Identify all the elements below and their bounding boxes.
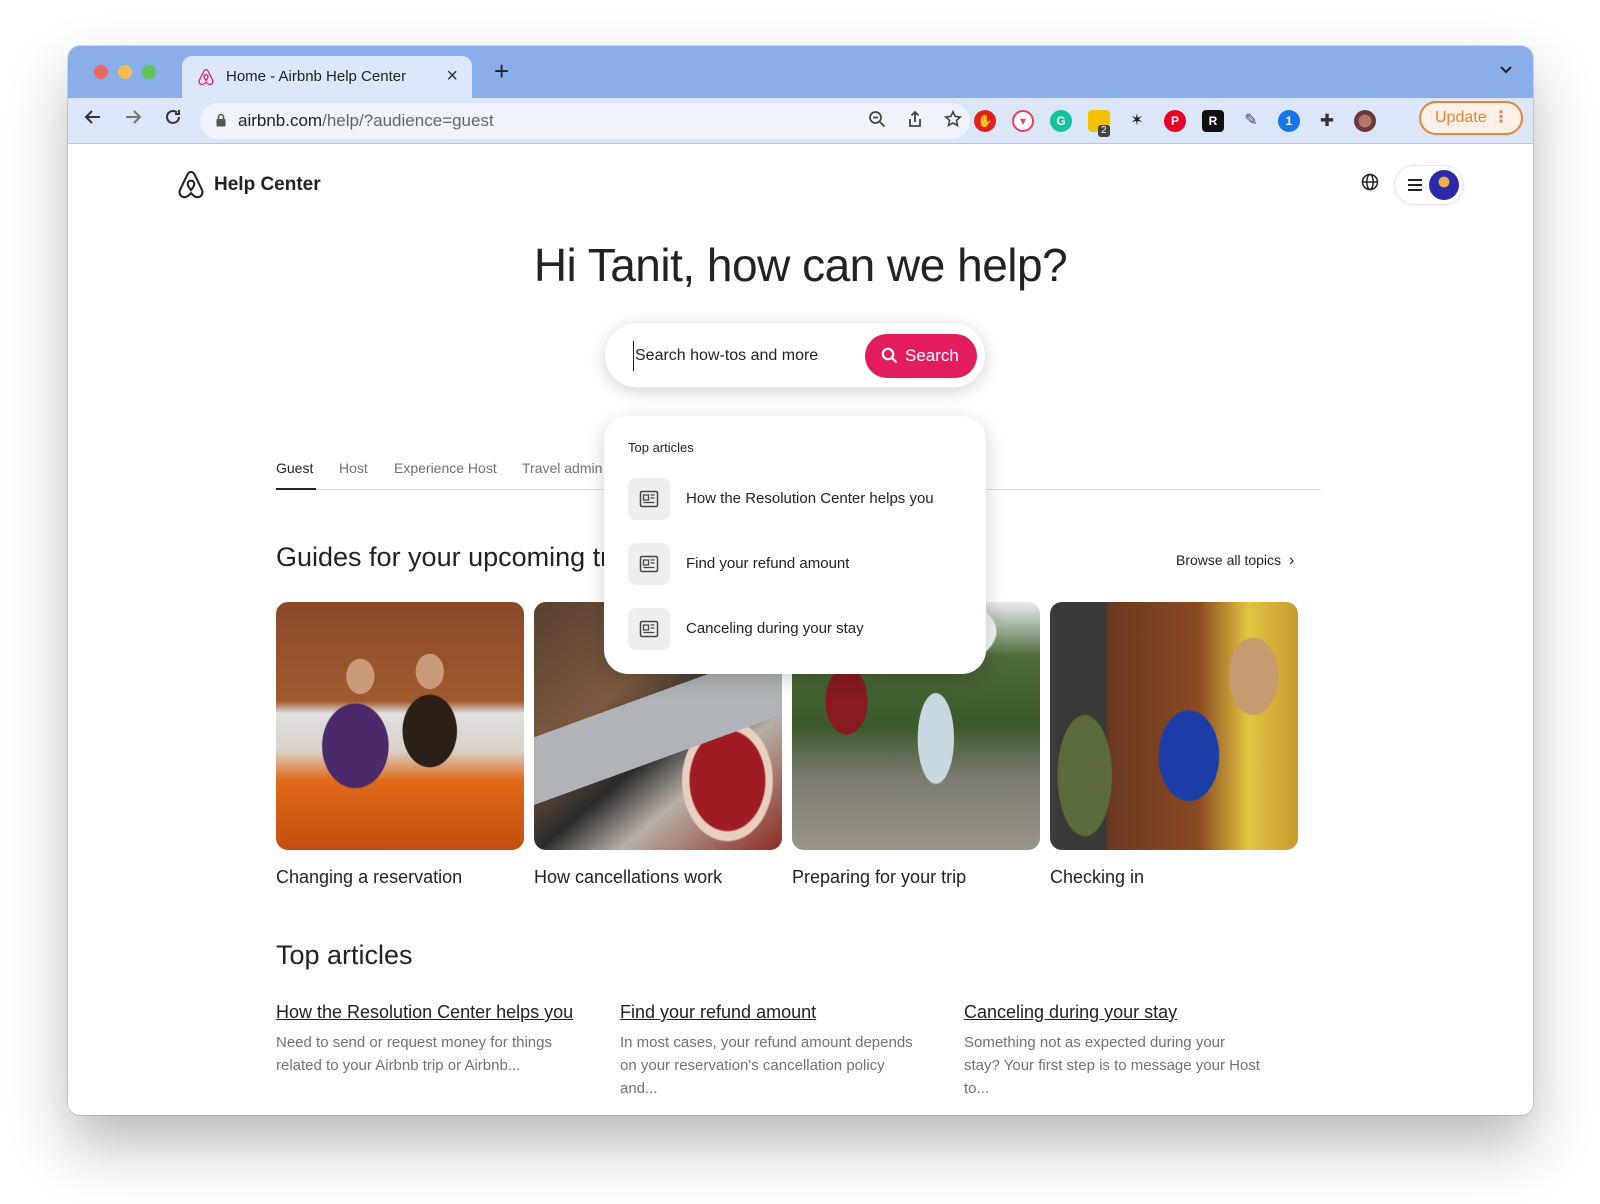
suggestion-item[interactable]: Find your refund amount (628, 543, 968, 587)
search-button[interactable]: Search (865, 334, 977, 378)
suggestion-item[interactable]: Canceling during your stay (628, 608, 968, 652)
eyedropper-extension-icon[interactable]: ✎ (1240, 110, 1262, 132)
page-content: Help Center Hi Tanit, how can we help? S… (68, 144, 1533, 1115)
guides-heading: Guides for your upcoming trip (276, 542, 631, 572)
guide-card-image (276, 602, 524, 850)
back-arrow-icon[interactable] (80, 107, 106, 133)
article-item: Find your refund amount In most cases, y… (620, 1002, 920, 1100)
guide-card-label: Checking in (1050, 867, 1145, 887)
suggestion-text: How the Resolution Center helps you (686, 490, 934, 507)
reload-icon[interactable] (160, 107, 186, 133)
chevron-right-icon: › (1289, 552, 1295, 569)
airbnb-logo-icon (178, 170, 204, 199)
kebab-menu-icon[interactable]: ⋮ (1493, 103, 1509, 133)
brand-title: Help Center (214, 174, 321, 195)
forward-arrow-icon[interactable] (120, 107, 146, 133)
grammarly-extension-icon[interactable]: G (1050, 110, 1072, 132)
star-icon[interactable] (942, 109, 964, 132)
update-button[interactable]: Update ⋮ (1419, 101, 1523, 135)
article-link[interactable]: Canceling during your stay (964, 1002, 1264, 1023)
share-icon[interactable] (904, 110, 926, 132)
minimize-window-button[interactable] (118, 65, 132, 79)
article-link[interactable]: Find your refund amount (620, 1002, 920, 1023)
suggestion-text: Canceling during your stay (686, 620, 864, 637)
tab-guest[interactable]: Guest (276, 460, 313, 476)
adblock-extension-icon[interactable]: ✋ (974, 110, 996, 132)
avatar (1429, 170, 1459, 200)
profile-avatar-icon[interactable] (1354, 110, 1376, 132)
pocket-extension-icon[interactable]: ▾ (1012, 110, 1034, 132)
address-bar[interactable]: airbnb.com/help/?audience=guest (200, 103, 970, 139)
menu-icon (1407, 176, 1423, 197)
update-label: Update (1435, 109, 1487, 126)
close-tab-icon[interactable]: × (446, 65, 458, 88)
document-icon (628, 543, 670, 585)
page-title: Hi Tanit, how can we help? (533, 239, 1068, 291)
zoom-icon[interactable] (866, 110, 888, 132)
url-path: /help/?audience=guest (322, 111, 494, 130)
article-description: Something not as expected during your st… (964, 1034, 1260, 1097)
tab-host[interactable]: Host (339, 460, 368, 476)
extension-badge: 2 (1098, 125, 1110, 137)
search-input[interactable] (633, 341, 858, 371)
guide-card-image (1050, 602, 1298, 850)
document-icon (628, 608, 670, 650)
browser-window: Home - Airbnb Help Center × + airbnb.com… (68, 46, 1533, 1115)
pinterest-extension-icon[interactable]: P (1164, 110, 1186, 132)
sparkle-extension-icon[interactable]: ✶ (1126, 110, 1148, 132)
search-button-label: Search (905, 346, 959, 365)
guide-card-label: How cancellations work (534, 867, 723, 887)
article-item: How the Resolution Center helps you Need… (276, 1002, 576, 1077)
browser-toolbar: airbnb.com/help/?audience=guest ✋ ▾ G 2 … (68, 98, 1533, 144)
article-description: Need to send or request money for things… (276, 1034, 552, 1074)
password-extension-icon[interactable]: 1 (1278, 110, 1300, 132)
tab-travel-admin[interactable]: Travel admin (522, 460, 602, 476)
r-extension-icon[interactable]: R (1202, 110, 1224, 132)
active-tab-indicator (276, 488, 316, 490)
close-window-button[interactable] (94, 65, 108, 79)
suggestion-text: Find your refund amount (686, 555, 850, 572)
tab-experience-host[interactable]: Experience Host (394, 460, 497, 476)
chevron-down-icon[interactable] (1499, 62, 1513, 78)
lock-icon (216, 113, 226, 127)
user-menu-button[interactable] (1394, 165, 1464, 205)
new-tab-button[interactable]: + (494, 58, 509, 84)
maximize-window-button[interactable] (142, 65, 156, 79)
guide-card-changing-reservation[interactable]: Changing a reservation (276, 602, 524, 888)
guide-card-label: Changing a reservation (276, 867, 463, 887)
airbnb-logo-icon (198, 68, 214, 86)
dropdown-heading: Top articles (628, 440, 694, 455)
search-suggestions-dropdown: Top articles How the Resolution Center h… (604, 416, 986, 674)
article-item: Canceling during your stay Something not… (964, 1002, 1264, 1100)
search-box: Search (604, 322, 986, 388)
url-text: airbnb.com/help/?audience=guest (238, 111, 494, 131)
top-articles-heading: Top articles (276, 940, 413, 970)
document-icon (628, 478, 670, 520)
puzzle-extensions-icon[interactable]: ✚ (1316, 110, 1338, 132)
article-link[interactable]: How the Resolution Center helps you (276, 1002, 576, 1023)
guide-card-checking-in[interactable]: Checking in (1050, 602, 1298, 888)
suggestion-item[interactable]: How the Resolution Center helps you (628, 478, 968, 522)
search-icon (881, 347, 898, 364)
guide-card-label: Preparing for your trip (792, 867, 967, 887)
browser-tab[interactable]: Home - Airbnb Help Center × (182, 56, 472, 98)
tab-bar: Home - Airbnb Help Center × + (68, 46, 1533, 98)
article-description: In most cases, your refund amount depend… (620, 1034, 913, 1097)
globe-icon[interactable] (1360, 172, 1380, 192)
browse-all-topics-link[interactable]: Browse all topics › (1176, 552, 1294, 570)
tab-title: Home - Airbnb Help Center (226, 68, 407, 85)
url-host: airbnb.com (238, 111, 323, 130)
browse-label: Browse all topics (1176, 552, 1282, 568)
